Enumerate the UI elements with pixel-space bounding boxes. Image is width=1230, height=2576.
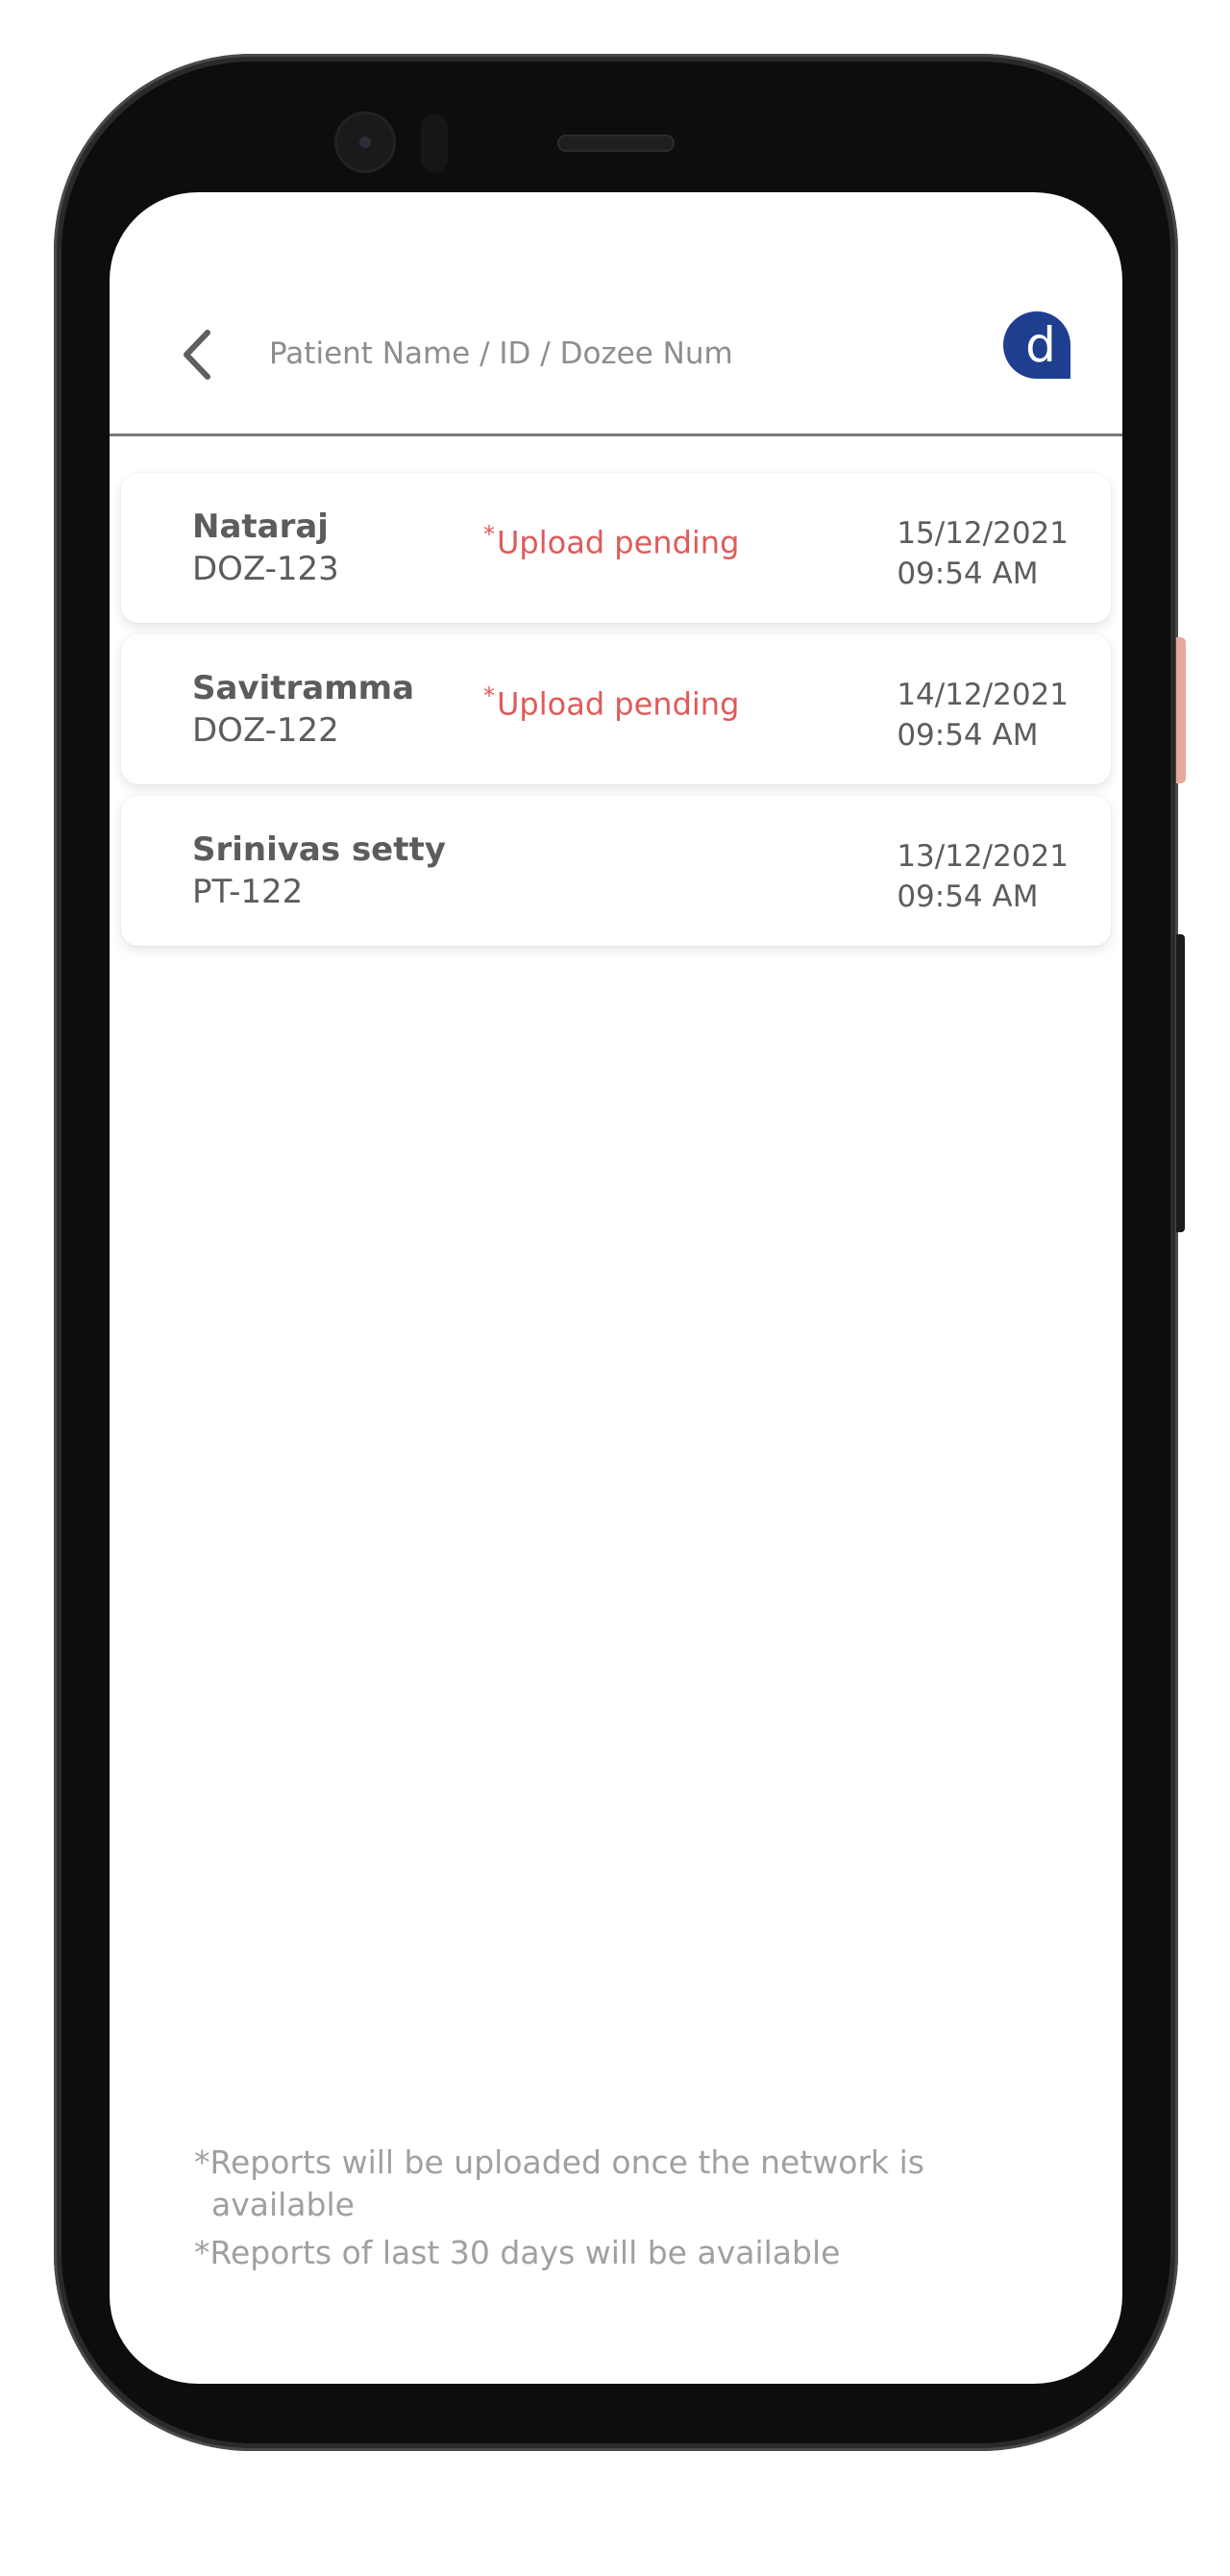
search-input[interactable] <box>269 327 942 381</box>
status-text: Upload pending <box>497 685 740 723</box>
volume-button <box>1176 934 1185 1232</box>
back-button[interactable] <box>175 325 223 384</box>
chevron-left-icon <box>184 330 210 380</box>
front-camera <box>334 111 396 173</box>
report-datetime: 15/12/2021 09:54 AM <box>897 513 1069 594</box>
report-date: 15/12/2021 <box>897 516 1069 551</box>
patient-card[interactable]: Nataraj DOZ-123 *Upload pending 15/12/20… <box>121 473 1111 623</box>
profile-avatar[interactable]: d <box>1003 311 1070 379</box>
footer-notes: *Reports will be uploaded once the netwo… <box>194 2142 1059 2274</box>
report-date: 13/12/2021 <box>897 839 1069 874</box>
report-time: 09:54 AM <box>897 879 1039 914</box>
report-datetime: 14/12/2021 09:54 AM <box>897 675 1069 755</box>
patient-card[interactable]: Srinivas setty PT-122 13/12/2021 09:54 A… <box>121 796 1111 946</box>
avatar-letter: d <box>1025 317 1056 373</box>
patient-name: Nataraj <box>192 508 329 546</box>
status-text: Upload pending <box>497 524 740 561</box>
report-datetime: 13/12/2021 09:54 AM <box>897 836 1069 917</box>
upload-status: *Upload pending <box>483 682 739 723</box>
report-date: 14/12/2021 <box>897 678 1069 712</box>
patient-id: DOZ-122 <box>192 711 339 750</box>
page: d Nataraj DOZ-123 *Upload pending 15/12/… <box>0 0 1230 2576</box>
proximity-sensor <box>421 113 448 173</box>
power-button <box>1176 637 1186 783</box>
report-time: 09:54 AM <box>897 718 1039 753</box>
patient-card[interactable]: Savitramma DOZ-122 *Upload pending 14/12… <box>121 634 1111 784</box>
patient-name: Srinivas setty <box>192 830 446 869</box>
search-header: d <box>110 192 1122 436</box>
retention-note: *Reports of last 30 days will be availab… <box>194 2234 841 2271</box>
app-screen: d Nataraj DOZ-123 *Upload pending 15/12/… <box>110 192 1122 2384</box>
earpiece-speaker <box>557 135 675 152</box>
patient-id: PT-122 <box>192 873 304 911</box>
patient-id: DOZ-123 <box>192 550 339 588</box>
patient-name: Savitramma <box>192 669 415 707</box>
network-note: *Reports will be uploaded once the netwo… <box>194 2143 924 2223</box>
patient-list: Nataraj DOZ-123 *Upload pending 15/12/20… <box>121 473 1111 957</box>
report-time: 09:54 AM <box>897 557 1039 591</box>
status-marker: * <box>483 682 495 709</box>
upload-status: *Upload pending <box>483 521 739 561</box>
status-marker: * <box>483 521 495 548</box>
